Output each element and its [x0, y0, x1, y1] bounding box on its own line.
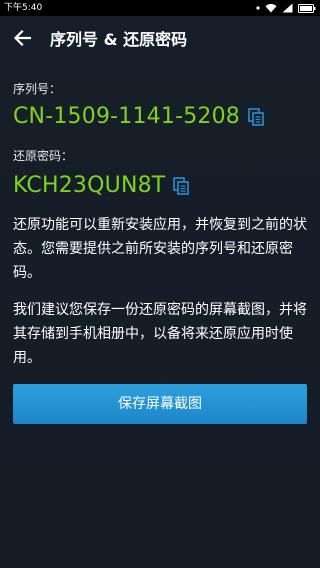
app-bar: 序列号 & 还原密码: [0, 16, 320, 64]
restore-code-row: KCH23QUN8T: [13, 172, 190, 200]
wifi-icon: [265, 3, 277, 13]
restore-explanation: 还原功能可以重新安装应用，并恢复到之前的状态。您需要提供之前所安装的序列号和还原…: [13, 217, 307, 281]
copy-restore-code-button[interactable]: [173, 177, 190, 195]
status-icons: [256, 3, 316, 13]
copy-icon: [248, 108, 264, 126]
arrow-left-icon: [13, 29, 32, 50]
dot-icon: [256, 6, 260, 10]
back-button[interactable]: [6, 24, 38, 56]
restore-code-label: 还原密码：: [13, 149, 74, 163]
status-bar: 下午5:40: [0, 0, 320, 16]
status-time: 下午5:40: [4, 3, 43, 13]
copy-icon: [173, 177, 190, 195]
signal-icon: [282, 3, 293, 13]
save-screenshot-button[interactable]: 保存屏幕截图: [13, 384, 307, 424]
serial-number: CN-1509-1141-5208: [13, 104, 240, 129]
battery-icon: [298, 3, 316, 13]
app-screen: 下午5:40 序列号 & 还原密码 序列号： CN-1509-1141-5208…: [0, 0, 320, 568]
restore-code: KCH23QUN8T: [13, 173, 166, 198]
screenshot-recommendation: 我们建议您保存一份还原密码的屏幕截图，并将其存储到手机相册中，以备将来还原应用时…: [13, 302, 307, 366]
copy-serial-button[interactable]: [248, 108, 264, 126]
serial-row: CN-1509-1141-5208: [13, 103, 264, 131]
page-title: 序列号 & 还原密码: [50, 30, 188, 49]
serial-label: 序列号：: [13, 82, 62, 96]
